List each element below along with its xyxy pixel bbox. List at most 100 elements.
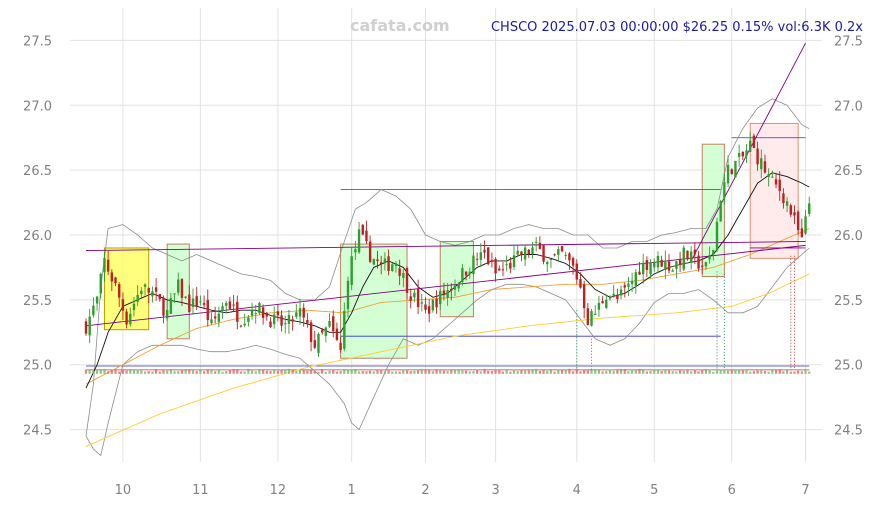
volume-bar (383, 371, 386, 374)
volume-bar (782, 371, 785, 374)
candle-body (202, 303, 206, 305)
volume-bar (339, 371, 342, 374)
candle-body (612, 293, 615, 296)
candle-body (796, 211, 800, 231)
event-markers (576, 255, 795, 370)
candle-body (383, 258, 387, 263)
volume-bar (391, 371, 394, 374)
candle-body (771, 176, 774, 178)
candle-body (457, 283, 460, 289)
candle-body (756, 148, 759, 165)
candle-body (605, 299, 608, 308)
y-tick-label-left: 24.5 (23, 424, 52, 439)
volume-bar (741, 370, 744, 374)
volume-bar (472, 371, 475, 374)
candle-body (376, 259, 379, 262)
candle-body (413, 292, 416, 298)
candle-body (361, 224, 364, 235)
candle-body (442, 290, 446, 296)
candle-body (616, 294, 619, 300)
candle-body (199, 301, 202, 303)
candle-body (357, 229, 361, 253)
candle-body (335, 328, 339, 340)
volume-bar (431, 371, 434, 374)
volume-bar (424, 369, 427, 374)
candle-body (712, 250, 715, 255)
volume-bar (405, 370, 409, 374)
volume-bar (512, 369, 516, 374)
volume-bar (464, 370, 468, 374)
candle-body (132, 303, 136, 311)
volume-bar (217, 370, 220, 374)
volume-bar (808, 371, 811, 374)
price-chart: 24.5 25.0 25.5 26.0 26.5 27.0 27.5 24.5 25.0 25.… (23, 8, 863, 498)
candle-body (298, 308, 302, 317)
candle-body (808, 203, 811, 214)
candle-body (272, 314, 276, 325)
candle-body (280, 315, 283, 326)
candle-body (295, 312, 298, 317)
candle-body (704, 261, 708, 267)
candle-body (479, 252, 483, 260)
candle-body (398, 268, 401, 277)
candle-body (125, 311, 128, 325)
candle-body (671, 270, 674, 272)
volume-bar (745, 370, 748, 374)
volume-bar (675, 371, 678, 374)
volume-bar (177, 371, 180, 374)
candle-body (498, 268, 501, 271)
volume-bar (147, 371, 150, 374)
volume-bar (723, 369, 726, 374)
volume-bar (166, 370, 169, 374)
candle-body (147, 288, 150, 293)
candle-body (760, 158, 763, 170)
volume-bar (763, 370, 767, 374)
volume-bar (505, 370, 508, 374)
volume-bar (542, 369, 545, 374)
candle-body (483, 249, 486, 253)
candle-body (719, 200, 722, 222)
volume-bar (767, 371, 770, 374)
candle-body (394, 263, 398, 266)
volume-bar (202, 371, 206, 374)
volume-bar (793, 371, 796, 374)
volume-bar (295, 371, 298, 374)
candle-body (490, 260, 494, 262)
candle-body (656, 255, 660, 268)
volume-bar (627, 371, 630, 374)
volume-bar (531, 369, 534, 374)
volume-bar (712, 371, 715, 374)
volume-bar (642, 369, 645, 374)
volume-bar (136, 369, 139, 374)
volume-bar (571, 371, 575, 374)
candle-body (586, 308, 590, 326)
candle-body (243, 323, 246, 326)
x-tick-label: 12 (270, 483, 287, 498)
volume-bar (590, 369, 593, 374)
watermark: cafata.com (350, 16, 450, 35)
volume-bar (778, 369, 781, 374)
candle-body (239, 325, 243, 327)
candle-body (737, 153, 741, 157)
volume-bar (738, 369, 741, 374)
volume-bar (173, 371, 176, 374)
candle-body (715, 221, 719, 251)
x-tick-label: 5 (650, 483, 658, 498)
candle-body (741, 151, 745, 157)
x-tick-label: 7 (801, 483, 809, 498)
volume-bar (262, 370, 265, 374)
volume-bar (232, 368, 235, 374)
x-tick-label: 4 (573, 483, 581, 498)
candle-body (88, 316, 91, 336)
volume-bar (645, 371, 648, 374)
volume-bar (346, 369, 350, 374)
volume-bar (619, 368, 623, 374)
candle-body (284, 323, 287, 325)
candle-body (103, 258, 106, 273)
candle-body (804, 216, 807, 234)
candle-body (380, 262, 383, 265)
volume-bar (616, 370, 619, 374)
volume-bar (708, 369, 711, 374)
volume-bar (701, 369, 704, 374)
volume-bar (453, 370, 457, 374)
